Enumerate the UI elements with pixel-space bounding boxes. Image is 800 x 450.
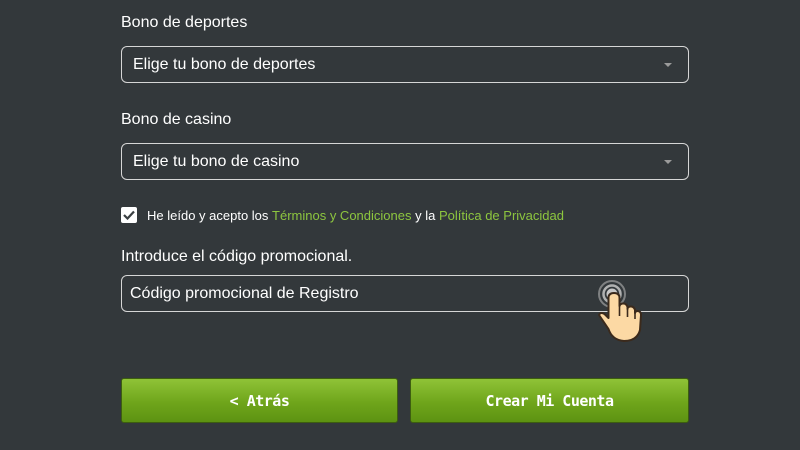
sports-bonus-select[interactable]: Elige tu bono de deportes — [121, 46, 689, 83]
terms-checkbox[interactable] — [121, 207, 137, 223]
chevron-down-icon — [664, 63, 672, 67]
privacy-link[interactable]: Política de Privacidad — [439, 208, 564, 223]
casino-bonus-selected: Elige tu bono de casino — [133, 152, 300, 170]
consent-text-before: He leído y acepto los — [147, 207, 273, 223]
sports-bonus-selected: Elige tu bono de deportes — [133, 55, 316, 73]
chevron-down-icon — [664, 160, 672, 164]
back-button[interactable]: < Atrás — [121, 378, 398, 423]
checkmark-icon — [123, 210, 135, 220]
promo-code-label: Introduce el código promocional. — [121, 248, 353, 265]
create-account-button[interactable]: Crear Mi Cuenta — [410, 378, 689, 423]
consent-text-middle: y la — [411, 207, 439, 223]
registration-form: Bono de deportes Elige tu bono de deport… — [0, 0, 800, 450]
terms-link[interactable]: Términos y Condiciones — [272, 208, 411, 223]
sports-bonus-label: Bono de deportes — [121, 14, 248, 31]
casino-bonus-select[interactable]: Elige tu bono de casino — [121, 143, 689, 180]
casino-bonus-label: Bono de casino — [121, 111, 232, 128]
hand-pointer-icon — [598, 280, 642, 342]
promo-code-placeholder: Código promocional de Registro — [130, 284, 359, 302]
terms-consent: He leído y acepto los Términos y Condici… — [121, 207, 564, 223]
